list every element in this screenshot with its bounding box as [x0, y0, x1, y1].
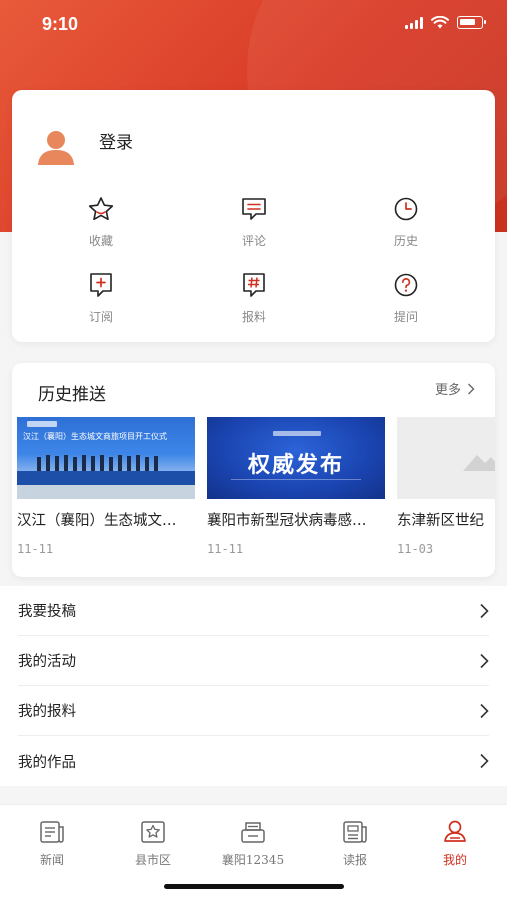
chevron-right-icon: [480, 703, 489, 718]
history-item[interactable]: 汉江（襄阳）生态城文商旅项目开工仪式 汉江（襄阳）生态城文商旅项目开工仪式: [17, 417, 195, 556]
subscribe-button[interactable]: 订阅: [61, 272, 141, 325]
battery-icon: [457, 16, 486, 29]
subscribe-icon: [90, 273, 112, 297]
history-item-title: 东津新区世纪: [397, 513, 484, 529]
menu-item-label: 我要投稿: [18, 604, 76, 620]
login-link[interactable]: 登录: [99, 128, 133, 153]
profile-card: 登录 收藏 评论 历史 订阅 报料 提问: [12, 90, 495, 342]
history-thumbnail: 汉江（襄阳）生态城文商旅项目开工仪式: [17, 417, 195, 499]
thumbnail-headline: 权威发布: [247, 452, 344, 478]
profile-icon: [444, 820, 466, 842]
tab-label: 新闻: [39, 853, 64, 867]
ask-label: 提问: [393, 310, 418, 324]
chevron-right-icon: [480, 753, 489, 769]
comments-button[interactable]: 评论: [214, 196, 294, 249]
menu-item-tipoffs[interactable]: 我的报料: [18, 686, 489, 736]
tab-label: 县市区: [134, 853, 171, 867]
signal-icon: [405, 16, 423, 29]
history-push-title: 历史推送: [38, 385, 106, 405]
history-item-title: 襄阳市新型冠状病毒感染的肺炎疫情防控: [207, 513, 377, 529]
status-time: 9:10: [42, 14, 79, 34]
ask-button[interactable]: 提问: [366, 272, 446, 325]
menu-item-submit[interactable]: 我要投稿: [18, 586, 489, 636]
menu-item-activities[interactable]: 我的活动: [18, 636, 489, 686]
history-label: 历史: [393, 234, 418, 248]
history-thumbnail: 权威发布: [207, 417, 385, 499]
home-indicator[interactable]: [164, 884, 344, 889]
status-icons: [405, 16, 486, 29]
favorites-button[interactable]: 收藏: [61, 196, 141, 249]
tab-hotline[interactable]: 襄阳12345: [208, 819, 298, 868]
hashtag-icon: [243, 273, 265, 297]
tab-newspaper[interactable]: 读报: [310, 819, 400, 868]
tab-label: 读报: [342, 853, 367, 867]
tab-news[interactable]: 新闻: [7, 819, 97, 868]
history-item[interactable]: 权威发布 襄阳市新型冠状病毒感染的肺炎疫情防控 11-11: [207, 417, 385, 556]
menu-item-works[interactable]: 我的作品: [18, 736, 489, 786]
county-icon: [141, 821, 165, 843]
star-icon: [88, 197, 114, 221]
menu-item-label: 我的报料: [18, 704, 76, 720]
tab-mine[interactable]: 我的: [410, 819, 500, 868]
image-placeholder-icon: [463, 455, 495, 471]
tipoff-label: 报料: [241, 310, 266, 324]
tab-county[interactable]: 县市区: [108, 819, 198, 868]
wifi-icon: [431, 16, 449, 29]
chevron-right-icon: [468, 383, 475, 394]
history-thumbnail: [397, 417, 495, 499]
history-button[interactable]: 历史: [366, 196, 446, 249]
status-bar: 9:10: [0, 0, 507, 50]
clock-icon: [394, 197, 418, 221]
news-icon: [40, 821, 64, 843]
menu-item-label: 我的活动: [18, 654, 76, 670]
hotline-icon: [241, 822, 265, 843]
favorites-label: 收藏: [88, 234, 113, 248]
menu-list: 我要投稿 我的活动 我的报料 我的作品: [0, 586, 507, 786]
history-item-date: 11-11: [207, 542, 244, 556]
history-item[interactable]: 东津新区世纪 11-03: [397, 417, 495, 556]
comment-icon: [242, 198, 266, 220]
thumbnail-headline: 汉江（襄阳）生态城文商旅项目开工仪式: [23, 432, 167, 441]
newspaper-icon: [343, 821, 367, 843]
history-push-card: 历史推送 更多 汉江（襄阳）生态城文商旅项目开工仪式 汉江（襄阳）生态城文商 1…: [12, 363, 495, 577]
history-item-title: 汉江（襄阳）生态城文商旅项目开工仪式: [17, 513, 187, 529]
tab-label: 襄阳12345: [221, 853, 285, 867]
tab-label: 我的: [442, 853, 467, 867]
question-icon: [394, 273, 418, 297]
menu-item-label: 我的作品: [18, 754, 76, 771]
more-link[interactable]: 更多: [435, 379, 475, 398]
more-label: 更多: [434, 383, 461, 398]
chevron-right-icon: [480, 603, 489, 618]
comments-label: 评论: [241, 234, 266, 248]
tipoff-button[interactable]: 报料: [214, 272, 294, 325]
subscribe-label: 订阅: [88, 310, 113, 324]
history-item-date: 11-03: [397, 542, 434, 556]
history-item-date: 11-11: [17, 542, 54, 556]
chevron-right-icon: [480, 653, 489, 668]
avatar[interactable]: [37, 128, 75, 166]
